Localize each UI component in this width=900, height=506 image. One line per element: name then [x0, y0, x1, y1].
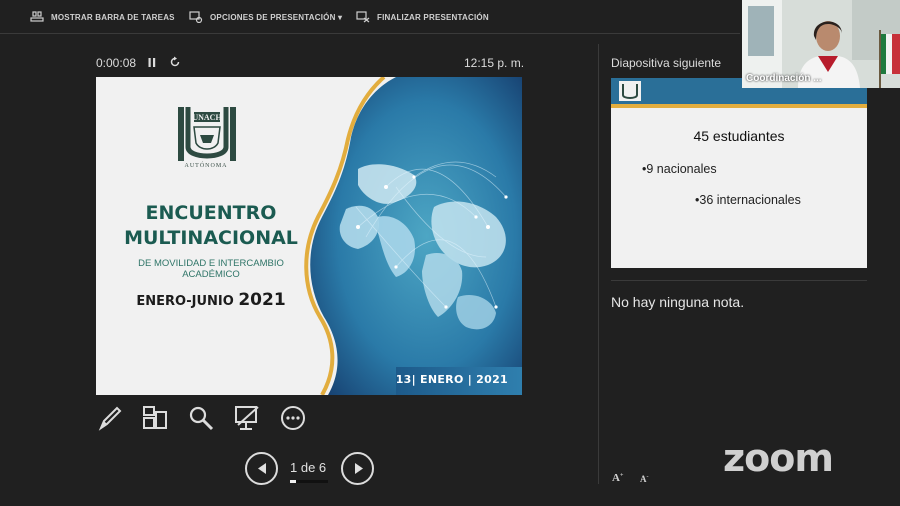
next-slide-bullet-2: •36 internacionales [695, 193, 801, 207]
presenter-toolbar: MOSTRAR BARRA DE TAREAS OPCIONES DE PRES… [0, 0, 740, 34]
slide-title: ENCUENTRO MULTINACIONAL [106, 201, 316, 251]
end-slideshow-icon [356, 11, 370, 23]
slide-subtitle: DE MOVILIDAD E INTERCAMBIO ACADÉMICO [106, 258, 316, 280]
elapsed-timer: 0:00:08 [96, 56, 137, 70]
presentation-options-label: OPCIONES DE PRESENTACIÓN ▾ [210, 12, 343, 22]
black-screen-icon[interactable] [233, 404, 261, 432]
presentation-options-button[interactable]: OPCIONES DE PRESENTACIÓN ▾ [189, 11, 342, 23]
participant-name: Coordinación ... [746, 73, 822, 84]
more-options-icon[interactable] [279, 404, 307, 432]
slide-date: 13| ENERO | 2021 [395, 373, 508, 386]
slide-title-line1: ENCUENTRO [145, 202, 277, 224]
next-slide-preview[interactable]: 45 estudiantes •9 nacionales •36 interna… [611, 78, 867, 268]
increase-font-button[interactable]: A+ [612, 472, 623, 484]
current-slide[interactable]: UNACH AUTÓNOMA ENCUENTRO MULTINACIONAL D… [96, 77, 522, 395]
next-slide-bullet-1: •9 nacionales [642, 162, 717, 176]
slide-title-line2: MULTINACIONAL [124, 227, 298, 249]
next-slide-title: 45 estudiantes [693, 128, 785, 144]
slide-period-prefix: ENERO-JUNIO [136, 294, 234, 309]
next-slide-label: Diapositiva siguiente [611, 56, 722, 70]
pen-icon[interactable] [96, 404, 124, 432]
slide-subtitle-line1: DE MOVILIDAD E INTERCAMBIO [138, 258, 284, 269]
increase-font-icon: A [612, 472, 620, 484]
zoom-magnifier-icon[interactable] [187, 404, 215, 432]
slide-period-year: 2021 [238, 290, 286, 310]
toolbar-divider [0, 33, 740, 34]
zoom-logo: zoom [723, 436, 834, 480]
end-presentation-button[interactable]: FINALIZAR PRESENTACIÓN [356, 11, 489, 23]
taskbar-icon [30, 11, 44, 22]
current-time: 12:15 p. m. [464, 56, 525, 70]
previous-slide-button[interactable] [245, 452, 278, 485]
pause-icon[interactable] [147, 57, 157, 68]
logo-caption: AUTÓNOMA [184, 163, 228, 169]
show-taskbar-button[interactable]: MOSTRAR BARRA DE TAREAS [30, 11, 175, 23]
slide-progress-fill [290, 480, 296, 483]
show-taskbar-label: MOSTRAR BARRA DE TAREAS [51, 12, 175, 22]
notes-splitter[interactable] [611, 280, 867, 281]
panel-splitter[interactable] [598, 44, 599, 484]
decrease-font-button[interactable]: A- [640, 474, 649, 484]
next-arrow-icon [355, 463, 363, 474]
page-indicator[interactable]: 1 de 6 [290, 460, 326, 475]
see-all-slides-icon[interactable] [141, 404, 169, 432]
slide-period: ENERO-JUNIO 2021 [106, 290, 316, 310]
end-presentation-label: FINALIZAR PRESENTACIÓN [377, 12, 489, 22]
previous-arrow-icon [258, 463, 266, 474]
next-slide-button[interactable] [341, 452, 374, 485]
unach-logo: UNACH [178, 107, 236, 161]
svg-text:UNACH: UNACH [192, 113, 222, 122]
settings-display-icon [189, 11, 203, 23]
slide-subtitle-line2: ACADÉMICO [182, 269, 240, 280]
speaker-notes[interactable]: No hay ninguna nota. [611, 294, 744, 310]
reset-timer-icon[interactable] [169, 56, 181, 68]
